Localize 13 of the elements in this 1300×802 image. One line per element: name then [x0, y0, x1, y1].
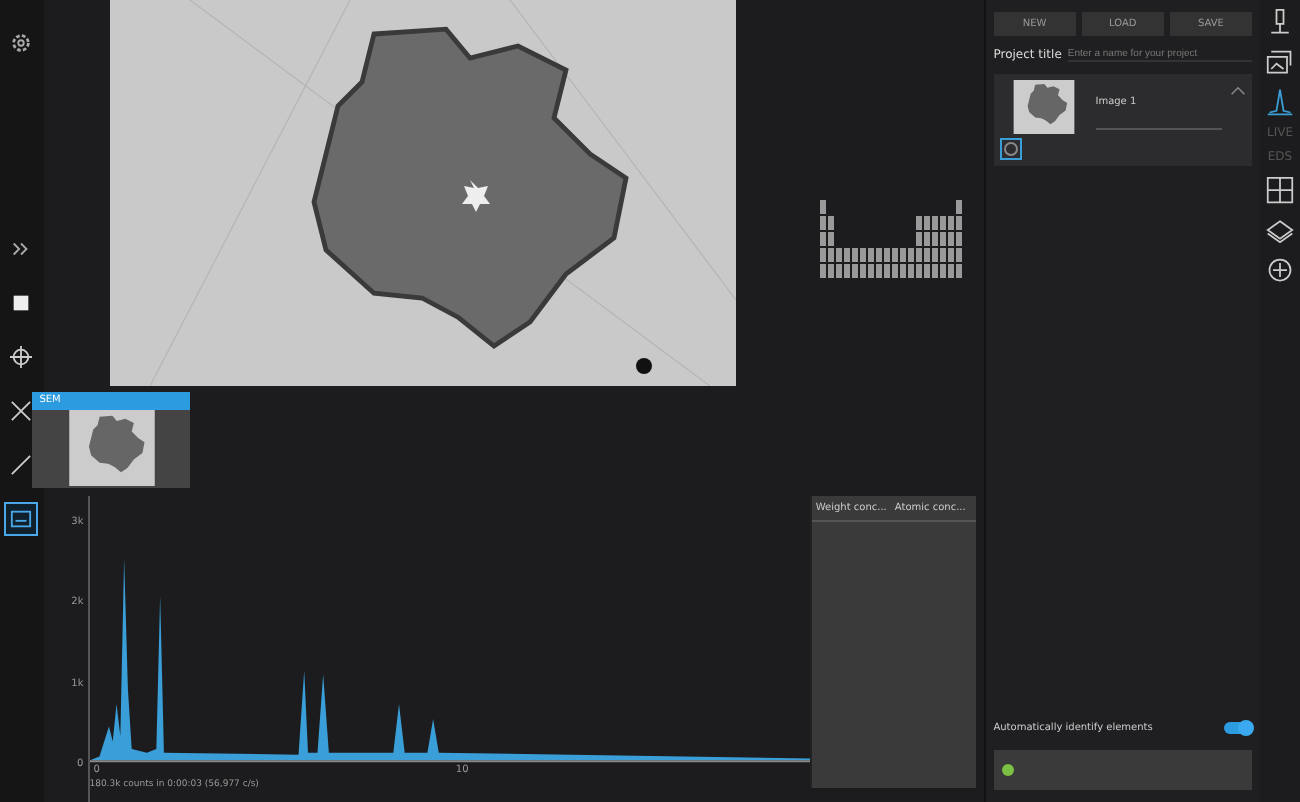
crosshair-icon[interactable] — [6, 342, 37, 372]
images-icon[interactable] — [1266, 48, 1294, 76]
layers-icon[interactable] — [1266, 216, 1294, 244]
periodic-table-drawing[interactable] — [819, 200, 962, 278]
spectrum-icon[interactable] — [1266, 88, 1294, 116]
grid-icon[interactable] — [1266, 176, 1294, 204]
selection-checkbox[interactable] — [999, 138, 1022, 160]
line-icon[interactable] — [6, 450, 37, 480]
toggle-switch[interactable] — [1224, 722, 1252, 734]
spectrum-icon[interactable] — [6, 504, 37, 534]
collapse-icon[interactable] — [1230, 86, 1246, 96]
status-icon — [1001, 764, 1014, 776]
gear-icon[interactable] — [10, 32, 33, 54]
